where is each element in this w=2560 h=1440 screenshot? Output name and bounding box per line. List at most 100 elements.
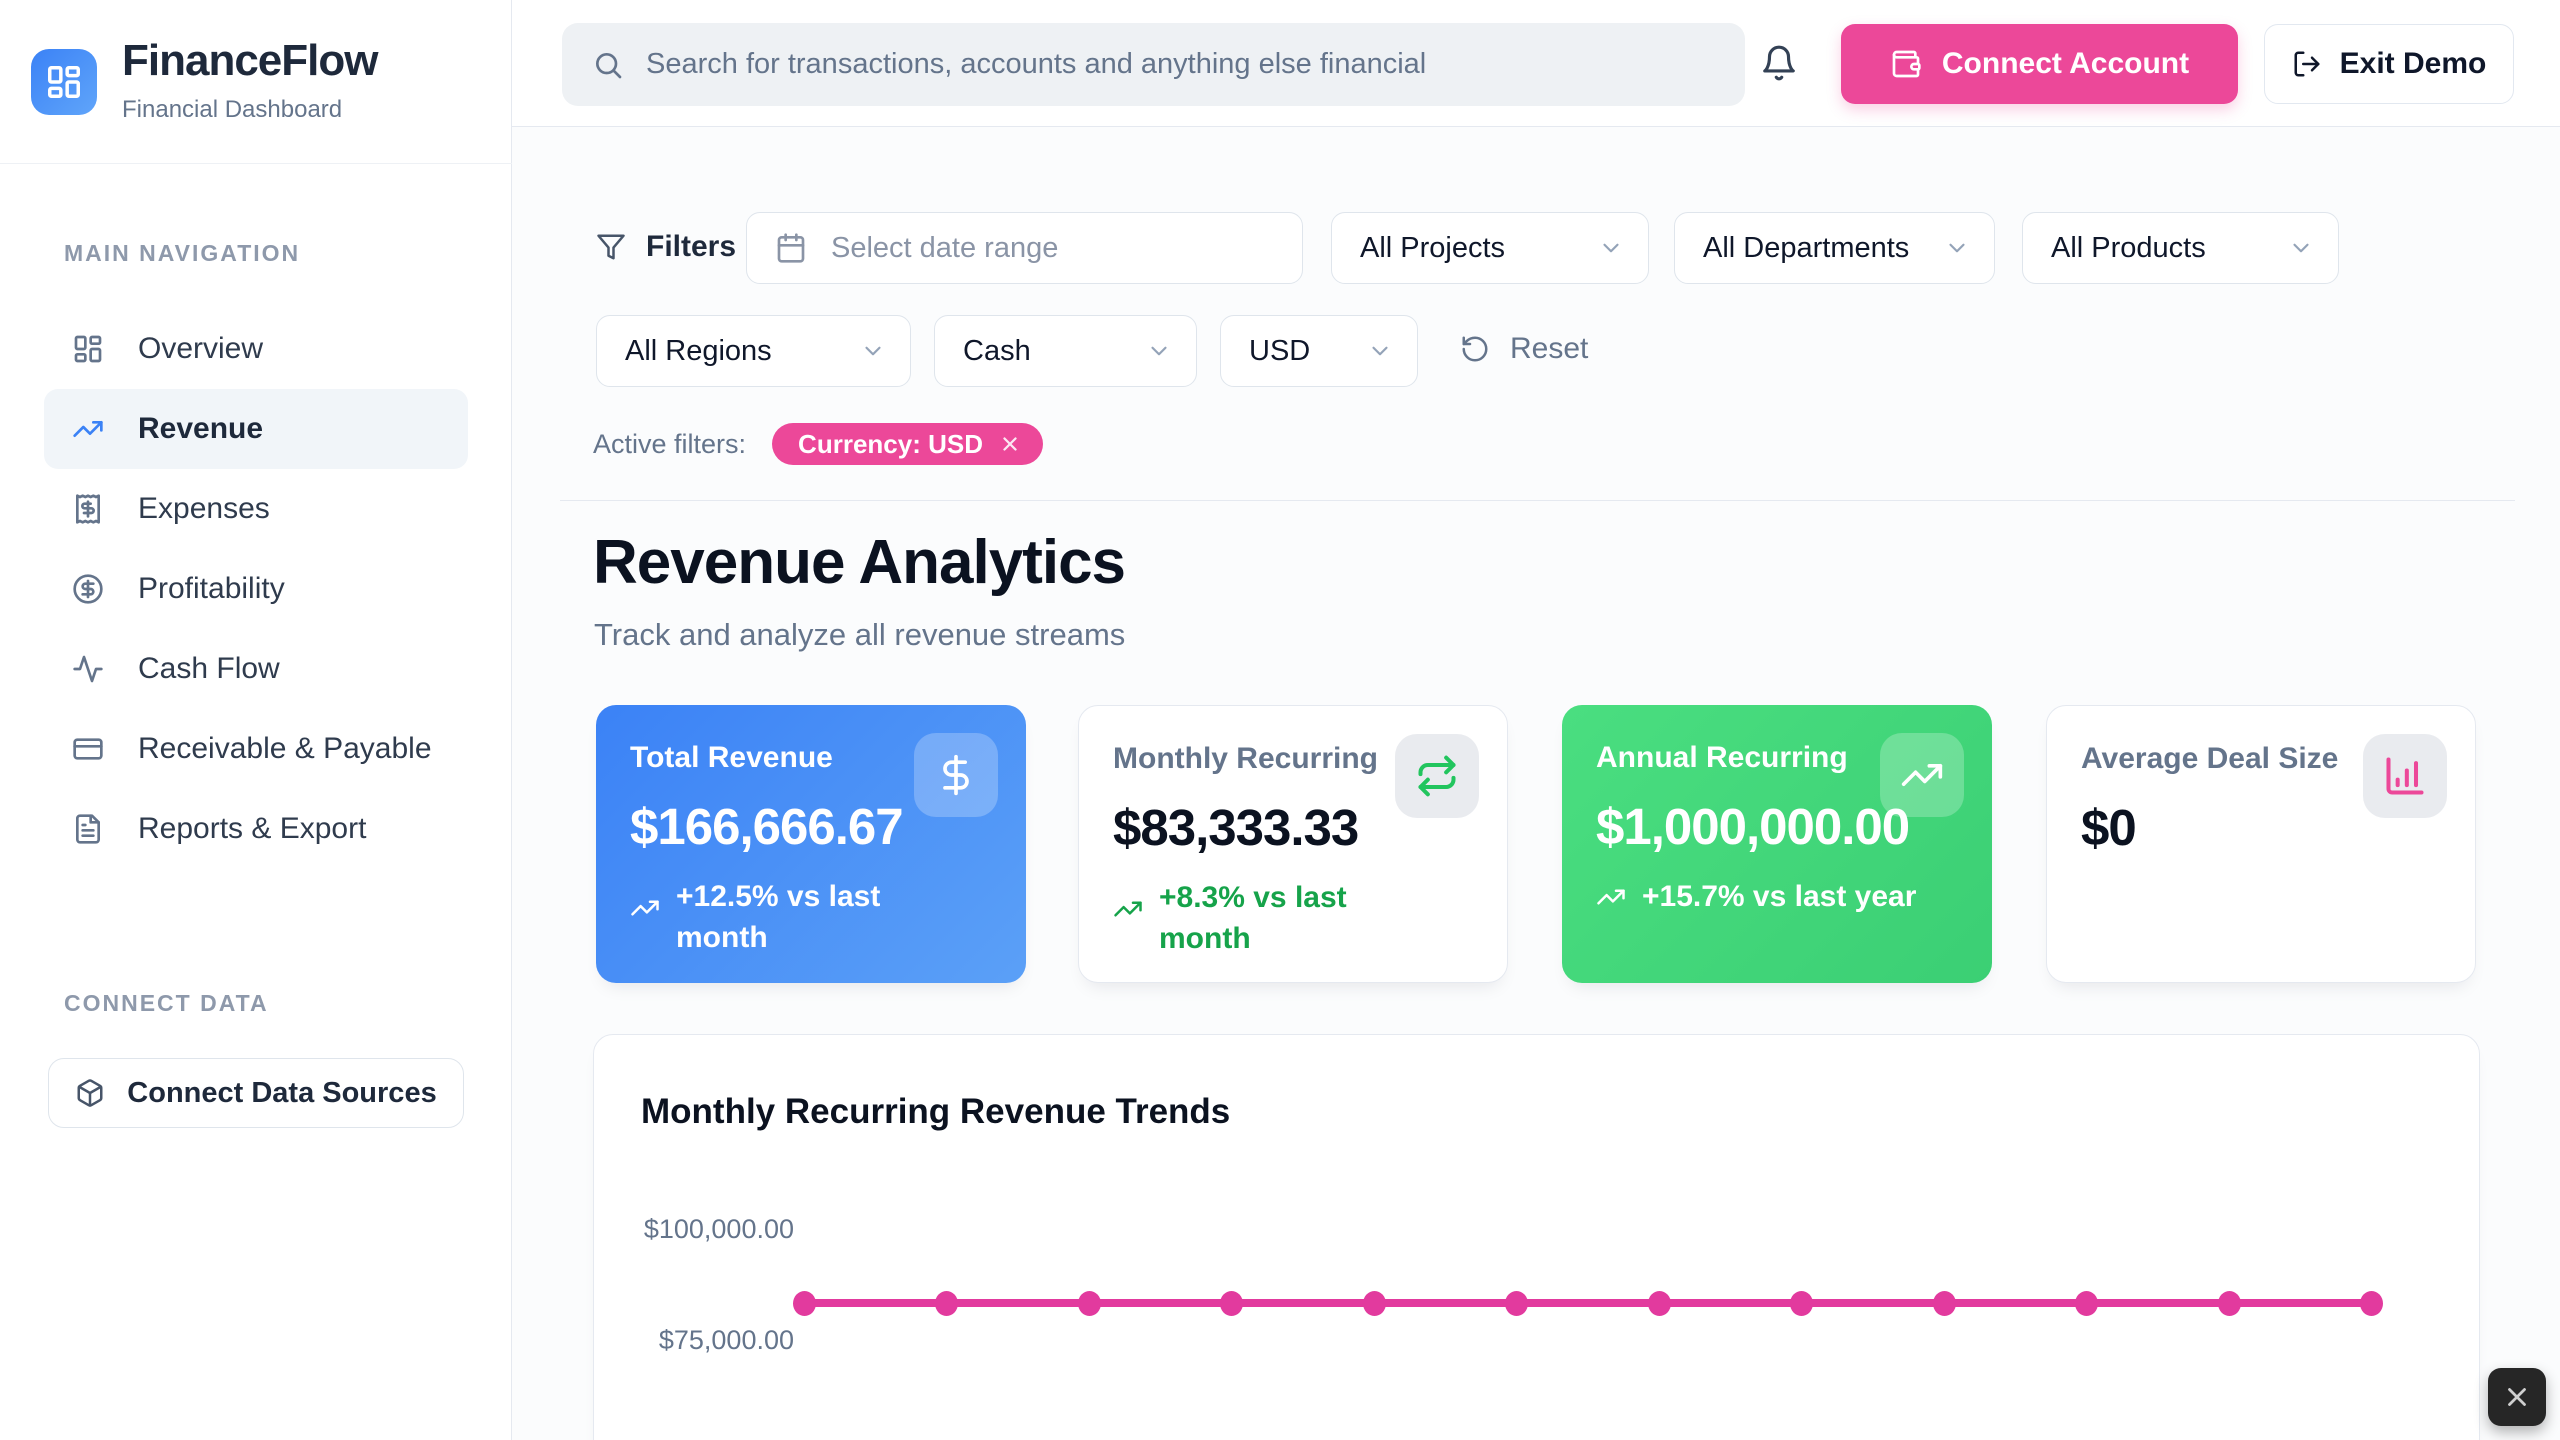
- kpi-value: $83,333.33: [1113, 798, 1358, 857]
- projects-filter-value: All Projects: [1360, 232, 1505, 265]
- page-title: Revenue Analytics: [593, 527, 1125, 598]
- mrr-trends-chart-card: Monthly Recurring Revenue Trends $100,00…: [593, 1034, 2480, 1440]
- date-range-placeholder: Select date range: [831, 232, 1058, 265]
- products-filter-value: All Products: [2051, 232, 2206, 265]
- logo-section: FinanceFlow Financial Dashboard: [0, 0, 512, 164]
- kpi-value: $166,666.67: [630, 797, 903, 856]
- credit-card-icon: [72, 733, 104, 765]
- rotate-ccw-icon: [1460, 334, 1490, 364]
- sidebar-item-overview[interactable]: Overview: [44, 309, 468, 389]
- chevron-down-icon: [1367, 338, 1393, 364]
- filters-title: Filters: [596, 230, 736, 264]
- currency-filter-dropdown[interactable]: USD: [1220, 315, 1418, 387]
- global-search[interactable]: [562, 23, 1745, 106]
- bar-chart-icon: [2363, 734, 2447, 818]
- sidebar-item-reports-export[interactable]: Reports & Export: [44, 789, 468, 869]
- reset-filters-button[interactable]: Reset: [1460, 332, 1588, 366]
- chart-data-point[interactable]: [1933, 1291, 1956, 1316]
- page-subtitle: Track and analyze all revenue streams: [594, 617, 1125, 653]
- kpi-trend: +8.3% vs last month: [1113, 878, 1439, 959]
- projects-filter-dropdown[interactable]: All Projects: [1331, 212, 1649, 284]
- chart-data-point[interactable]: [1363, 1291, 1386, 1316]
- active-filters-row: Active filters: Currency: USD: [593, 423, 1043, 465]
- wallet-icon: [1890, 48, 1922, 80]
- regions-filter-dropdown[interactable]: All Regions: [596, 315, 911, 387]
- filters-label: Filters: [646, 230, 736, 264]
- search-input[interactable]: [646, 48, 1715, 81]
- calendar-icon: [775, 232, 807, 264]
- chart-data-point[interactable]: [1220, 1291, 1243, 1316]
- floating-close-button[interactable]: [2488, 1368, 2546, 1426]
- sidebar-item-label: Revenue: [138, 412, 263, 446]
- cube-icon: [75, 1078, 105, 1108]
- dollar-icon: [914, 733, 998, 817]
- file-text-icon: [72, 813, 104, 845]
- trending-up-icon: [1113, 894, 1143, 959]
- payment-type-filter-dropdown[interactable]: Cash: [934, 315, 1197, 387]
- chart-series-line: [804, 1299, 2371, 1307]
- trending-up-icon: [1596, 882, 1626, 912]
- departments-filter-dropdown[interactable]: All Departments: [1674, 212, 1995, 284]
- chart-data-point[interactable]: [1505, 1291, 1528, 1316]
- chart-data-point[interactable]: [2360, 1291, 2383, 1316]
- y-axis-tick-label: $100,000.00: [634, 1214, 794, 1245]
- kpi-card-monthly-recurring: Monthly Recurring $83,333.33 +8.3% vs la…: [1078, 705, 1508, 983]
- nav-section-label: MAIN NAVIGATION: [64, 240, 300, 267]
- dashboard-grid-icon: [72, 333, 104, 365]
- kpi-trend-text: +15.7% vs last year: [1642, 877, 1916, 918]
- sidebar-item-label: Cash Flow: [138, 652, 280, 686]
- mrr-chart-plot: $100,000.00 $75,000.00 $50,000.00: [594, 1035, 2479, 1440]
- trending-up-icon: [72, 413, 104, 445]
- kpi-trend-text: +12.5% vs last month: [676, 877, 956, 958]
- chart-data-point[interactable]: [1078, 1291, 1101, 1316]
- receipt-icon: [72, 493, 104, 525]
- y-axis-tick-label: $75,000.00: [634, 1325, 794, 1356]
- circle-dollar-icon: [72, 573, 104, 605]
- top-bar: Connect Account Exit Demo: [512, 0, 2560, 127]
- products-filter-dropdown[interactable]: All Products: [2022, 212, 2339, 284]
- section-divider: [560, 500, 2515, 501]
- chart-data-point[interactable]: [2075, 1291, 2098, 1316]
- currency-filter-value: USD: [1249, 335, 1310, 368]
- connect-data-sources-button[interactable]: Connect Data Sources: [48, 1058, 464, 1128]
- chart-data-point[interactable]: [2218, 1291, 2241, 1316]
- chart-data-point[interactable]: [1648, 1291, 1671, 1316]
- chip-label: Currency: USD: [798, 429, 983, 460]
- funnel-icon: [596, 232, 626, 262]
- exit-demo-button[interactable]: Exit Demo: [2264, 24, 2514, 104]
- kpi-card-total-revenue: Total Revenue $166,666.67 +12.5% vs last…: [596, 705, 1026, 983]
- connect-data-section-label: CONNECT DATA: [64, 990, 269, 1017]
- chart-data-point[interactable]: [1790, 1291, 1813, 1316]
- notifications-bell-icon[interactable]: [1760, 44, 1798, 82]
- date-range-input[interactable]: Select date range: [746, 212, 1303, 284]
- search-icon: [592, 49, 624, 81]
- close-icon[interactable]: [999, 433, 1021, 455]
- chart-data-point[interactable]: [793, 1291, 816, 1316]
- log-out-icon: [2292, 49, 2322, 79]
- dashboard-grid-icon: [45, 63, 83, 101]
- active-filters-label: Active filters:: [593, 429, 746, 460]
- trending-up-icon: [1880, 733, 1964, 817]
- sidebar-item-receivable-payable[interactable]: Receivable & Payable: [44, 709, 468, 789]
- sidebar-item-profitability[interactable]: Profitability: [44, 549, 468, 629]
- main-content: Filters Select date range All Projects A…: [512, 127, 2560, 1440]
- chevron-down-icon: [1944, 235, 1970, 261]
- sidebar-item-revenue[interactable]: Revenue: [44, 389, 468, 469]
- sidebar-item-expenses[interactable]: Expenses: [44, 469, 468, 549]
- chevron-down-icon: [860, 338, 886, 364]
- chevron-down-icon: [1146, 338, 1172, 364]
- sidebar-item-label: Reports & Export: [138, 812, 366, 846]
- connect-data-sources-label: Connect Data Sources: [127, 1077, 436, 1110]
- kpi-label: Total Revenue: [630, 741, 833, 775]
- departments-filter-value: All Departments: [1703, 232, 1909, 265]
- app-name: FinanceFlow: [122, 36, 377, 86]
- regions-filter-value: All Regions: [625, 335, 772, 368]
- connect-account-button[interactable]: Connect Account: [1841, 24, 2238, 104]
- main-navigation: Overview Revenue Expenses Profitability …: [44, 309, 468, 869]
- y-axis-tick-label: $50,000.00: [634, 1436, 794, 1440]
- chevron-down-icon: [2288, 235, 2314, 261]
- sidebar-item-cash-flow[interactable]: Cash Flow: [44, 629, 468, 709]
- chart-data-point[interactable]: [935, 1291, 958, 1316]
- active-filter-chip-currency[interactable]: Currency: USD: [772, 423, 1043, 465]
- kpi-trend: +12.5% vs last month: [630, 877, 956, 958]
